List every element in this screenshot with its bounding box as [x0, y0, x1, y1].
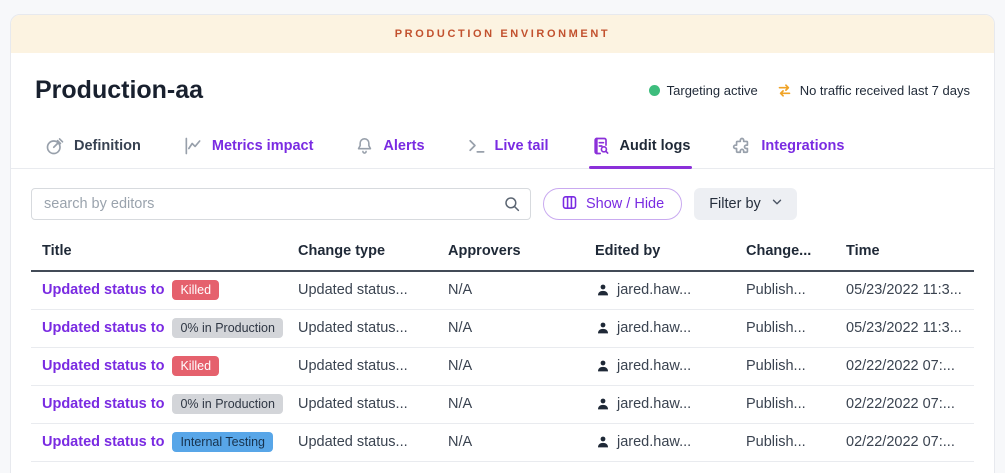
tab-definition[interactable]: Definition: [45, 123, 141, 168]
status-badge: 0% in Production: [172, 394, 283, 414]
cell-time: 05/23/2022 11:3...: [846, 271, 974, 309]
cell-time: 02/22/2022 07:...: [846, 385, 974, 423]
person-icon: [595, 320, 611, 336]
tab-alerts[interactable]: Alerts: [355, 123, 424, 168]
table-row[interactable]: Updated status to 0% in Production Update…: [31, 309, 974, 347]
tab-audit-logs-label: Audit logs: [620, 138, 691, 154]
cell-time: 02/22/2022 07:...: [846, 347, 974, 385]
col-edited-by[interactable]: Edited by: [595, 234, 746, 271]
col-approvers[interactable]: Approvers: [448, 234, 595, 271]
page-title: Production-aa: [35, 76, 203, 105]
cell-time: 02/22/2022 07:...: [846, 423, 974, 461]
columns-icon: [561, 194, 578, 215]
status-badge: 0% in Production: [172, 318, 283, 338]
status-badge: Killed: [172, 356, 219, 376]
cell-approvers: N/A: [448, 423, 595, 461]
person-icon: [595, 358, 611, 374]
definition-icon: [45, 136, 65, 156]
tab-live-tail[interactable]: Live tail: [467, 123, 549, 168]
person-icon: [595, 396, 611, 412]
cell-edited-by: jared.haw...: [617, 282, 691, 298]
cell-change: Publish...: [746, 385, 846, 423]
row-title-link[interactable]: Updated status to: [42, 320, 164, 336]
cell-change-type: Updated status...: [298, 347, 448, 385]
tab-integrations[interactable]: Integrations: [732, 123, 844, 168]
cell-change: Publish...: [746, 271, 846, 309]
cell-approvers: N/A: [448, 271, 595, 309]
col-change[interactable]: Change...: [746, 234, 846, 271]
tab-bar: Definition Metrics impact Alerts: [11, 123, 994, 169]
cell-approvers: N/A: [448, 385, 595, 423]
terminal-icon: [467, 136, 486, 155]
table-row[interactable]: Updated status to Internal Testing Update…: [31, 423, 974, 461]
page-header: Production-aa Targeting active No traffi…: [11, 53, 994, 123]
table-row[interactable]: Updated status to 0% in Production Update…: [31, 385, 974, 423]
row-title-link[interactable]: Updated status to: [42, 396, 164, 412]
col-change-type[interactable]: Change type: [298, 234, 448, 271]
filter-by-button[interactable]: Filter by: [694, 188, 797, 220]
cell-edited-by: jared.haw...: [617, 320, 691, 336]
environment-card: PRODUCTION ENVIRONMENT Production-aa Tar…: [10, 14, 995, 473]
cell-approvers: N/A: [448, 347, 595, 385]
tab-definition-label: Definition: [74, 138, 141, 154]
traffic-arrows-icon: [776, 82, 793, 99]
person-icon: [595, 282, 611, 298]
tab-live-tail-label: Live tail: [495, 138, 549, 154]
cell-change-type: Updated status...: [298, 271, 448, 309]
table-row[interactable]: Updated status to Killed Updated status..…: [31, 347, 974, 385]
audit-log-table: Title Change type Approvers Edited by Ch…: [31, 234, 974, 462]
green-dot-icon: [649, 85, 660, 96]
status-indicators: Targeting active No traffic received las…: [649, 82, 970, 99]
puzzle-icon: [732, 136, 752, 156]
col-time[interactable]: Time: [846, 234, 974, 271]
filter-by-label: Filter by: [709, 196, 761, 212]
tab-integrations-label: Integrations: [761, 138, 844, 154]
person-icon: [595, 434, 611, 450]
cell-change: Publish...: [746, 309, 846, 347]
show-hide-button[interactable]: Show / Hide: [543, 188, 682, 220]
table-row[interactable]: Updated status to Killed Updated status..…: [31, 271, 974, 309]
search-input[interactable]: [31, 188, 531, 220]
environment-banner: PRODUCTION ENVIRONMENT: [11, 15, 994, 53]
row-title-link[interactable]: Updated status to: [42, 358, 164, 374]
cell-change-type: Updated status...: [298, 385, 448, 423]
document-search-icon: [591, 136, 611, 156]
tab-audit-logs[interactable]: Audit logs: [591, 123, 691, 168]
targeting-status-label: Targeting active: [667, 83, 758, 98]
search-box: [31, 188, 531, 220]
cell-change-type: Updated status...: [298, 309, 448, 347]
environment-banner-label: PRODUCTION ENVIRONMENT: [395, 28, 610, 40]
cell-time: 05/23/2022 11:3...: [846, 309, 974, 347]
chart-line-icon: [183, 136, 203, 156]
show-hide-label: Show / Hide: [586, 196, 664, 212]
row-title-link[interactable]: Updated status to: [42, 282, 164, 298]
traffic-status: No traffic received last 7 days: [776, 82, 970, 99]
targeting-status: Targeting active: [649, 83, 758, 98]
table-header-row: Title Change type Approvers Edited by Ch…: [31, 234, 974, 271]
traffic-status-label: No traffic received last 7 days: [800, 83, 970, 98]
cell-approvers: N/A: [448, 309, 595, 347]
tab-metrics-impact-label: Metrics impact: [212, 138, 314, 154]
search-icon: [503, 195, 521, 218]
col-title[interactable]: Title: [31, 234, 298, 271]
cell-change: Publish...: [746, 347, 846, 385]
tab-metrics-impact[interactable]: Metrics impact: [183, 123, 314, 168]
cell-edited-by: jared.haw...: [617, 434, 691, 450]
status-badge: Internal Testing: [172, 432, 273, 452]
cell-edited-by: jared.haw...: [617, 396, 691, 412]
toolbar: Show / Hide Filter by: [11, 169, 994, 234]
bell-icon: [355, 136, 374, 155]
row-title-link[interactable]: Updated status to: [42, 434, 164, 450]
cell-edited-by: jared.haw...: [617, 358, 691, 374]
cell-change: Publish...: [746, 423, 846, 461]
cell-change-type: Updated status...: [298, 423, 448, 461]
status-badge: Killed: [172, 280, 219, 300]
tab-alerts-label: Alerts: [383, 138, 424, 154]
chevron-down-icon: [770, 195, 784, 213]
